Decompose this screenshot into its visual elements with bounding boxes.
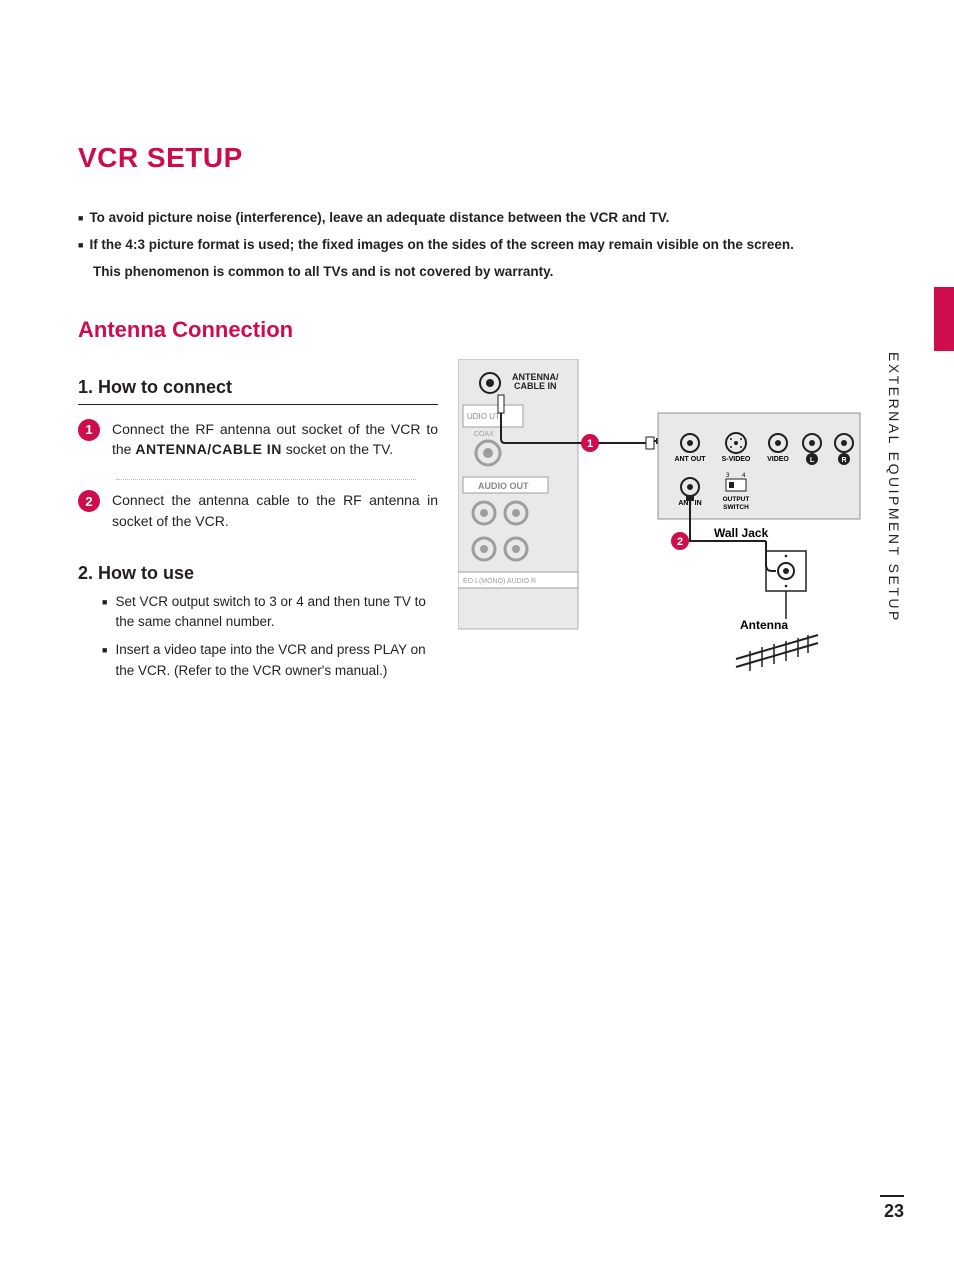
intro-text-2: If the 4:3 picture format is used; the f… (89, 235, 868, 256)
page-content: VCR SETUP ■ To avoid picture noise (inte… (78, 142, 868, 689)
step-2: 2 Connect the antenna cable to the RF an… (78, 490, 438, 541)
label-coax: COAX (474, 431, 494, 438)
intro-text-1: To avoid picture noise (interference), l… (89, 208, 868, 229)
bullet-square-icon: ■ (78, 239, 83, 256)
step-1: 1 Connect the RF antenna out socket of t… (78, 419, 438, 470)
label-ant-out: ANT OUT (674, 456, 706, 463)
use-item-2: ■ Insert a video tape into the VCR and p… (102, 640, 438, 681)
step-separator (116, 479, 416, 480)
bullet-square-icon: ■ (102, 644, 107, 681)
use-item-1: ■ Set VCR output switch to 3 or 4 and th… (102, 592, 438, 633)
intro-text-2b: This phenomenon is common to all TVs and… (93, 262, 868, 283)
diagram-bullet-1: 1 (587, 438, 593, 450)
page-number: 23 (880, 1195, 904, 1222)
rule-line (78, 404, 438, 405)
label-video: VIDEO (767, 456, 789, 463)
side-chapter-label: EXTERNAL EQUIPMENT SETUP (886, 352, 902, 623)
step-2-text: Connect the antenna cable to the RF ante… (112, 490, 438, 531)
connection-diagram: ANTENNA/ CABLE IN UDIO UT COAX AUDIO OUT (458, 359, 862, 689)
label-svideo: S-VIDEO (722, 456, 751, 463)
label-audio-out: AUDIO OUT (478, 481, 529, 491)
use-item-2-text: Insert a video tape into the VCR and pre… (115, 640, 438, 681)
label-cable-in: CABLE IN (514, 381, 557, 391)
label-switch: SWITCH (723, 504, 749, 511)
label-output: OUTPUT (723, 496, 750, 503)
bullet-square-icon: ■ (102, 596, 107, 633)
section-heading: Antenna Connection (78, 317, 868, 343)
left-column: 1. How to connect 1 Connect the RF anten… (78, 359, 438, 689)
intro-line-1: ■ To avoid picture noise (interference),… (78, 208, 868, 229)
step-1-text: Connect the RF antenna out socket of the… (112, 419, 438, 460)
use-item-1-text: Set VCR output switch to 3 or 4 and then… (115, 592, 438, 633)
step-1-text-b: socket on the TV. (282, 441, 393, 457)
label-l: L (810, 457, 815, 464)
step-bullet-1-icon: 1 (78, 419, 100, 441)
step-1-text-bold: ANTENNA/CABLE IN (135, 441, 281, 457)
bullet-square-icon: ■ (78, 212, 83, 229)
label-udio-ut: UDIO UT (467, 412, 500, 421)
intro-block: ■ To avoid picture noise (interference),… (78, 208, 868, 283)
how-to-use-heading: 2. How to use (78, 563, 438, 584)
label-wall-jack: Wall Jack (714, 526, 769, 540)
page-title: VCR SETUP (78, 142, 868, 174)
two-column-layout: 1. How to connect 1 Connect the RF anten… (78, 359, 868, 689)
side-margin-tab (934, 287, 954, 351)
label-bottom-row: EO L(MONO) AUDIO R (463, 578, 536, 585)
how-to-use-list: ■ Set VCR output switch to 3 or 4 and th… (102, 592, 438, 681)
diagram-bullet-2: 2 (677, 536, 683, 548)
intro-line-2: ■ If the 4:3 picture format is used; the… (78, 235, 868, 256)
step-bullet-2-icon: 2 (78, 490, 100, 512)
label-r: R (841, 457, 846, 464)
antenna-icon (736, 635, 818, 671)
intro-line-2b: This phenomenon is common to all TVs and… (78, 262, 868, 283)
how-to-connect-heading: 1. How to connect (78, 377, 438, 398)
label-antenna-word: Antenna (740, 618, 788, 632)
